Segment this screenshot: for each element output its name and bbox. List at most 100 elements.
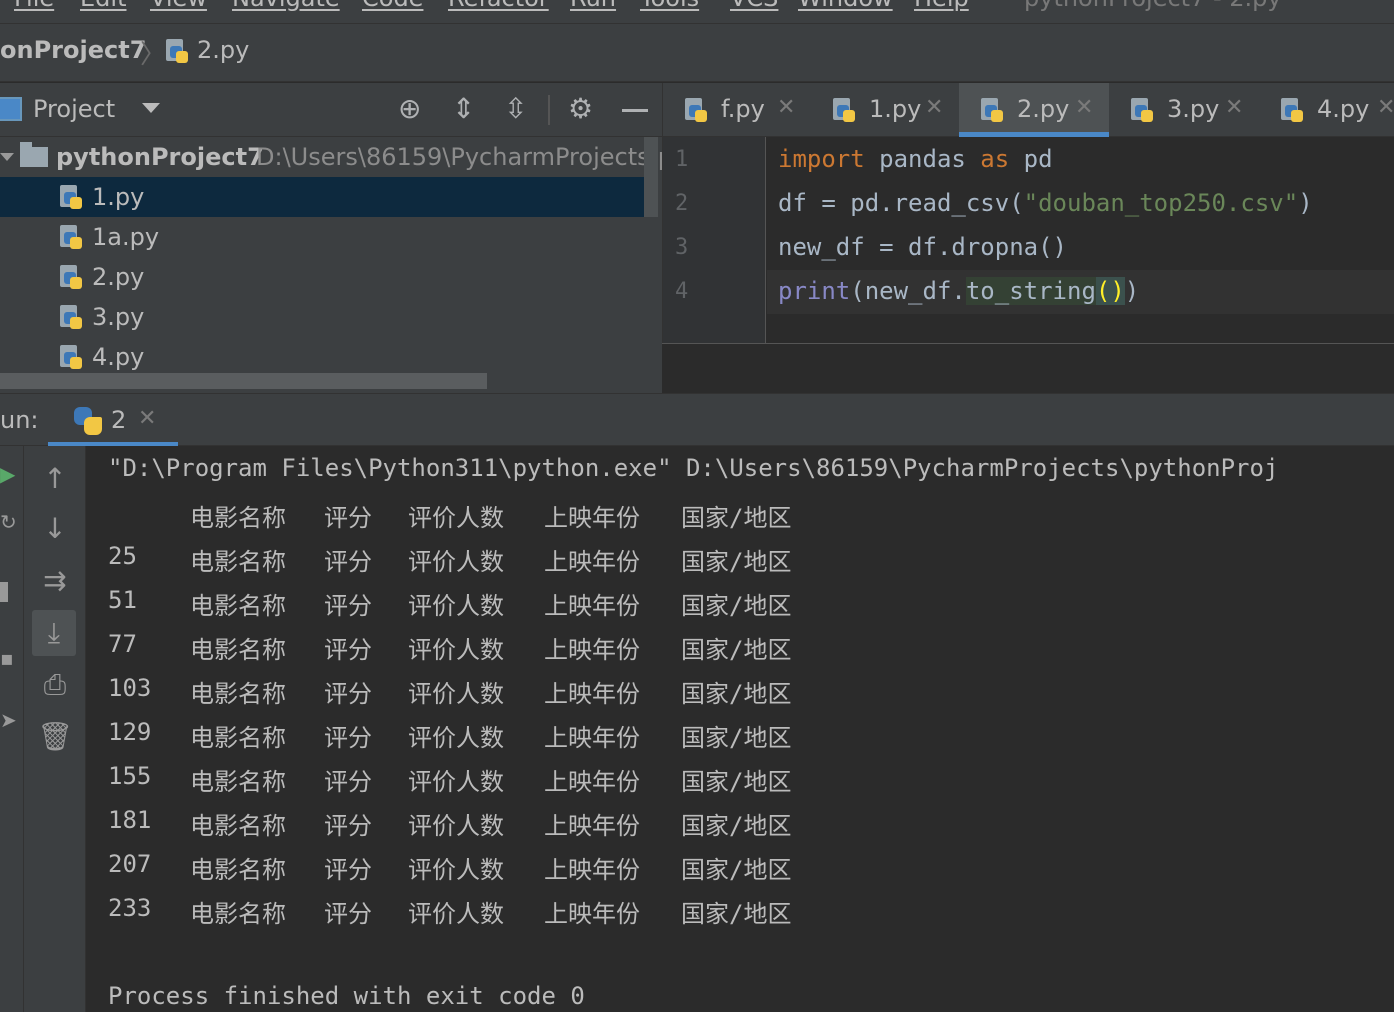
table-cell: 电影名称: [190, 768, 286, 796]
project-panel-title[interactable]: Project: [33, 95, 115, 123]
project-panel-header: Project ⊕ ⇕ ⇳ ⚙: [0, 83, 662, 137]
line-number: 4: [675, 279, 689, 304]
table-cell: 电影名称: [190, 592, 286, 620]
menu-tools[interactable]: Tools: [640, 0, 699, 12]
table-cell: 评分: [324, 768, 372, 796]
up-arrow-icon[interactable]: ↑: [24, 456, 86, 502]
project-view-icon: [0, 97, 22, 121]
table-cell: 国家/地区: [681, 680, 792, 708]
row-index: 207: [108, 850, 152, 878]
gear-icon[interactable]: ⚙: [568, 95, 593, 123]
column-header: 国家/地区: [681, 504, 792, 532]
trash-icon[interactable]: 🗑: [24, 714, 86, 760]
python-file-icon: [979, 97, 1005, 123]
tree-item-3py[interactable]: 3.py: [0, 297, 662, 337]
console-output[interactable]: "D:\Program Files\Python311\python.exe" …: [86, 446, 1394, 1012]
chevron-down-icon[interactable]: [0, 153, 14, 161]
table-cell: 国家/地区: [681, 724, 792, 752]
down-arrow-icon[interactable]: ↓: [24, 506, 86, 552]
menu-help[interactable]: Help: [914, 0, 969, 12]
tree-root-path: D:\Users\86159\PycharmProjects\py: [256, 143, 662, 171]
table-cell: 评价人数: [408, 592, 504, 620]
table-cell: 评分: [324, 592, 372, 620]
menu-vcs[interactable]: VCS: [730, 0, 778, 12]
menu-window[interactable]: Window: [798, 0, 893, 12]
table-cell: 评分: [324, 680, 372, 708]
tree-item-1py[interactable]: 1.py: [0, 177, 644, 217]
collapse-all-icon[interactable]: ⇳: [504, 95, 527, 123]
run-icon[interactable]: ▶: [0, 462, 15, 486]
code-editor[interactable]: import pandas as pd df = pd.read_csv("do…: [767, 137, 1394, 343]
menu-navigate[interactable]: Navigate: [232, 0, 340, 12]
window-title: pythonProject7 - 2.py: [1024, 0, 1282, 12]
table-cell: 评价人数: [408, 768, 504, 796]
table-cell: 电影名称: [190, 680, 286, 708]
close-icon[interactable]: ✕: [925, 95, 943, 120]
table-cell: 评分: [324, 636, 372, 664]
table-cell: 上映年份: [544, 592, 640, 620]
chevron-down-icon[interactable]: [142, 103, 160, 113]
console-command: "D:\Program Files\Python311\python.exe" …: [108, 454, 1279, 482]
scroll-to-end-icon[interactable]: ⤓: [32, 610, 76, 656]
pin-icon[interactable]: ➤: [0, 708, 17, 732]
table-cell: 国家/地区: [681, 900, 792, 928]
tab-label: f.py: [721, 95, 765, 123]
column-header: 电影名称: [190, 504, 286, 532]
tab-1-py[interactable]: 1.py ✕: [811, 83, 959, 137]
breadcrumb-separator: 〉: [140, 40, 167, 70]
menu-view[interactable]: View: [150, 0, 207, 12]
row-index: 77: [108, 630, 137, 658]
menu-refactor[interactable]: Refactor: [448, 0, 549, 12]
table-cell: 评价人数: [408, 636, 504, 664]
column-header: 评价人数: [408, 504, 504, 532]
rerun-icon[interactable]: ↻: [0, 510, 17, 534]
minimize-icon[interactable]: [622, 109, 648, 112]
breadcrumb-project[interactable]: onProject7: [0, 36, 146, 64]
tab-f-py[interactable]: f.py ✕: [663, 83, 811, 137]
table-cell: 评价人数: [408, 812, 504, 840]
table-cell: 上映年份: [544, 900, 640, 928]
menu-edit[interactable]: Edit: [80, 0, 126, 12]
tab-2-py[interactable]: 2.py ✕: [959, 83, 1109, 137]
python-file-icon: [58, 224, 84, 250]
close-icon[interactable]: ✕: [777, 95, 795, 120]
table-cell: 评分: [324, 548, 372, 576]
tree-root[interactable]: pythonProject7 D:\Users\86159\PycharmPro…: [0, 137, 662, 177]
table-cell: 电影名称: [190, 812, 286, 840]
table-cell: 电影名称: [190, 900, 286, 928]
tree-item-4py[interactable]: 4.py: [0, 337, 662, 377]
tab-3-py[interactable]: 3.py ✕: [1109, 83, 1259, 137]
breadcrumb-file[interactable]: 2.py: [197, 36, 249, 64]
menu-code[interactable]: Code: [362, 0, 423, 12]
expand-all-icon[interactable]: ⇕: [452, 95, 475, 123]
run-tab[interactable]: 2 ✕: [48, 394, 178, 447]
folder-icon: [20, 142, 48, 167]
table-cell: 国家/地区: [681, 548, 792, 576]
table-cell: 上映年份: [544, 856, 640, 884]
menu-file[interactable]: File: [14, 0, 54, 12]
layout-icon[interactable]: ▪: [0, 646, 14, 670]
close-icon[interactable]: ✕: [1377, 95, 1394, 120]
python-file-icon: [58, 264, 84, 290]
tree-item-2py[interactable]: 2.py: [0, 257, 662, 297]
python-file-icon: [164, 38, 190, 64]
tab-4-py[interactable]: 4.py ✕: [1259, 83, 1394, 137]
table-cell: 评价人数: [408, 900, 504, 928]
close-icon[interactable]: ✕: [1225, 95, 1243, 120]
tree-item-1apy[interactable]: 1a.py: [0, 217, 662, 257]
menu-run[interactable]: Run: [570, 0, 616, 12]
print-icon[interactable]: ⎙: [24, 662, 86, 708]
table-cell: 国家/地区: [681, 636, 792, 664]
stop-icon[interactable]: [0, 582, 8, 602]
vertical-scrollbar[interactable]: [644, 137, 658, 217]
close-icon[interactable]: ✕: [1075, 95, 1093, 120]
tree-item-label: 2.py: [92, 263, 145, 291]
table-cell: 评分: [324, 812, 372, 840]
close-icon[interactable]: ✕: [138, 406, 156, 431]
code-line-1: import pandas as pd: [778, 145, 1053, 173]
horizontal-scrollbar[interactable]: [0, 373, 487, 389]
crosshair-icon[interactable]: ⊕: [398, 95, 421, 123]
table-cell: 国家/地区: [681, 856, 792, 884]
table-cell: 上映年份: [544, 724, 640, 752]
soft-wrap-icon[interactable]: ⇉: [24, 558, 86, 604]
